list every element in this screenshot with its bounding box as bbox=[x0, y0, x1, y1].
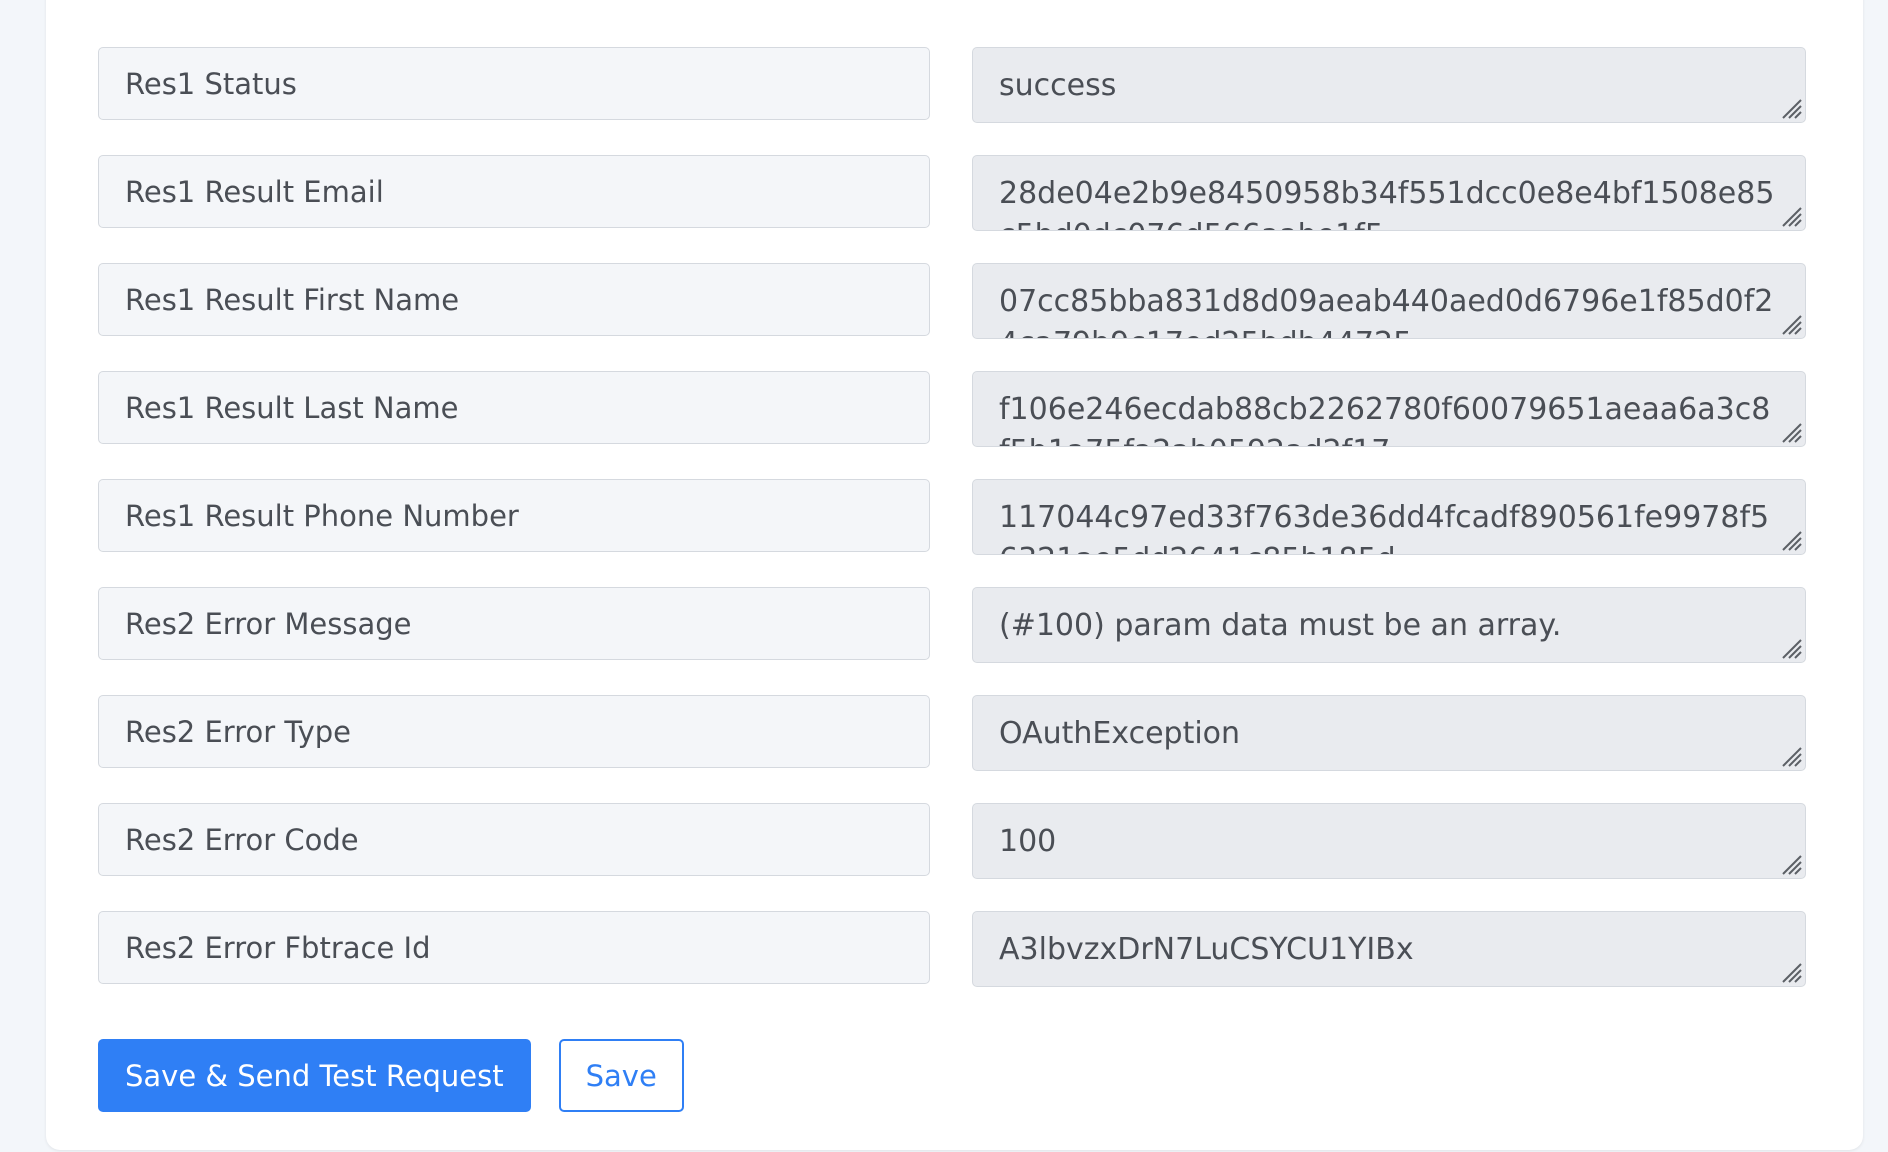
field-key-input[interactable]: Res2 Error Code bbox=[98, 803, 930, 876]
field-value-textarea[interactable]: 07cc85bba831d8d09aeab440aed0d6796e1f85d0… bbox=[972, 263, 1806, 339]
field-row: Res1 Result Phone Number 117044c97ed33f7… bbox=[98, 479, 1806, 587]
resize-grip-icon[interactable] bbox=[1777, 742, 1803, 768]
resize-grip-icon[interactable] bbox=[1777, 94, 1803, 120]
field-key-input[interactable]: Res1 Status bbox=[98, 47, 930, 120]
field-value-text: 100 bbox=[999, 824, 1057, 859]
field-row: Res1 Result Email 28de04e2b9e8450958b34f… bbox=[98, 155, 1806, 263]
save-button[interactable]: Save bbox=[558, 1039, 684, 1112]
field-key-input[interactable]: Res2 Error Fbtrace Id bbox=[98, 911, 930, 984]
field-value-textarea[interactable]: 100 bbox=[972, 803, 1806, 879]
resize-grip-icon[interactable] bbox=[1777, 310, 1803, 336]
field-value-text: A3lbvzxDrN7LuCSYCU1YIBx bbox=[999, 932, 1414, 967]
field-value-textarea[interactable]: OAuthException bbox=[972, 695, 1806, 771]
field-value-text: 117044c97ed33f763de36dd4fcadf890561fe997… bbox=[999, 500, 1770, 554]
field-key-input[interactable]: Res1 Result Email bbox=[98, 155, 930, 228]
field-value-text: 28de04e2b9e8450958b34f551dcc0e8e4bf1508e… bbox=[999, 176, 1775, 230]
field-row: Res1 Result Last Name f106e246ecdab88cb2… bbox=[98, 371, 1806, 479]
form-actions: Save & Send Test Request Save bbox=[98, 1039, 684, 1112]
field-row: Res1 Result First Name 07cc85bba831d8d09… bbox=[98, 263, 1806, 371]
field-value-text: f106e246ecdab88cb2262780f60079651aeaa6a3… bbox=[999, 392, 1771, 446]
field-key-input[interactable]: Res2 Error Type bbox=[98, 695, 930, 768]
field-key-input[interactable]: Res1 Result Last Name bbox=[98, 371, 930, 444]
field-value-text: OAuthException bbox=[999, 716, 1241, 751]
field-key-input[interactable]: Res1 Result First Name bbox=[98, 263, 930, 336]
field-value-text: (#100) param data must be an array. bbox=[999, 608, 1562, 643]
field-row: Res1 Status success bbox=[98, 47, 1806, 155]
field-value-textarea[interactable]: 28de04e2b9e8450958b34f551dcc0e8e4bf1508e… bbox=[972, 155, 1806, 231]
resize-grip-icon[interactable] bbox=[1777, 634, 1803, 660]
resize-grip-icon[interactable] bbox=[1777, 418, 1803, 444]
field-value-textarea[interactable]: (#100) param data must be an array. bbox=[972, 587, 1806, 663]
field-row: Res2 Error Code 100 bbox=[98, 803, 1806, 911]
resize-grip-icon[interactable] bbox=[1777, 850, 1803, 876]
resize-grip-icon[interactable] bbox=[1777, 526, 1803, 552]
field-key-input[interactable]: Res2 Error Message bbox=[98, 587, 930, 660]
field-row: Res2 Error Fbtrace Id A3lbvzxDrN7LuCSYCU… bbox=[98, 911, 1806, 1019]
field-value-textarea[interactable]: 117044c97ed33f763de36dd4fcadf890561fe997… bbox=[972, 479, 1806, 555]
save-and-send-test-request-button[interactable]: Save & Send Test Request bbox=[98, 1039, 531, 1112]
field-row: Res2 Error Message (#100) param data mus… bbox=[98, 587, 1806, 695]
field-value-text: success bbox=[999, 68, 1117, 103]
field-value-textarea[interactable]: A3lbvzxDrN7LuCSYCU1YIBx bbox=[972, 911, 1806, 987]
field-mapping-list: Res1 Status success Res1 Result Email 28… bbox=[98, 47, 1806, 1019]
field-row: Res2 Error Type OAuthException bbox=[98, 695, 1806, 803]
resize-grip-icon[interactable] bbox=[1777, 202, 1803, 228]
field-value-textarea[interactable]: success bbox=[972, 47, 1806, 123]
field-value-textarea[interactable]: f106e246ecdab88cb2262780f60079651aeaa6a3… bbox=[972, 371, 1806, 447]
field-key-input[interactable]: Res1 Result Phone Number bbox=[98, 479, 930, 552]
field-value-text: 07cc85bba831d8d09aeab440aed0d6796e1f85d0… bbox=[999, 284, 1774, 338]
resize-grip-icon[interactable] bbox=[1777, 958, 1803, 984]
